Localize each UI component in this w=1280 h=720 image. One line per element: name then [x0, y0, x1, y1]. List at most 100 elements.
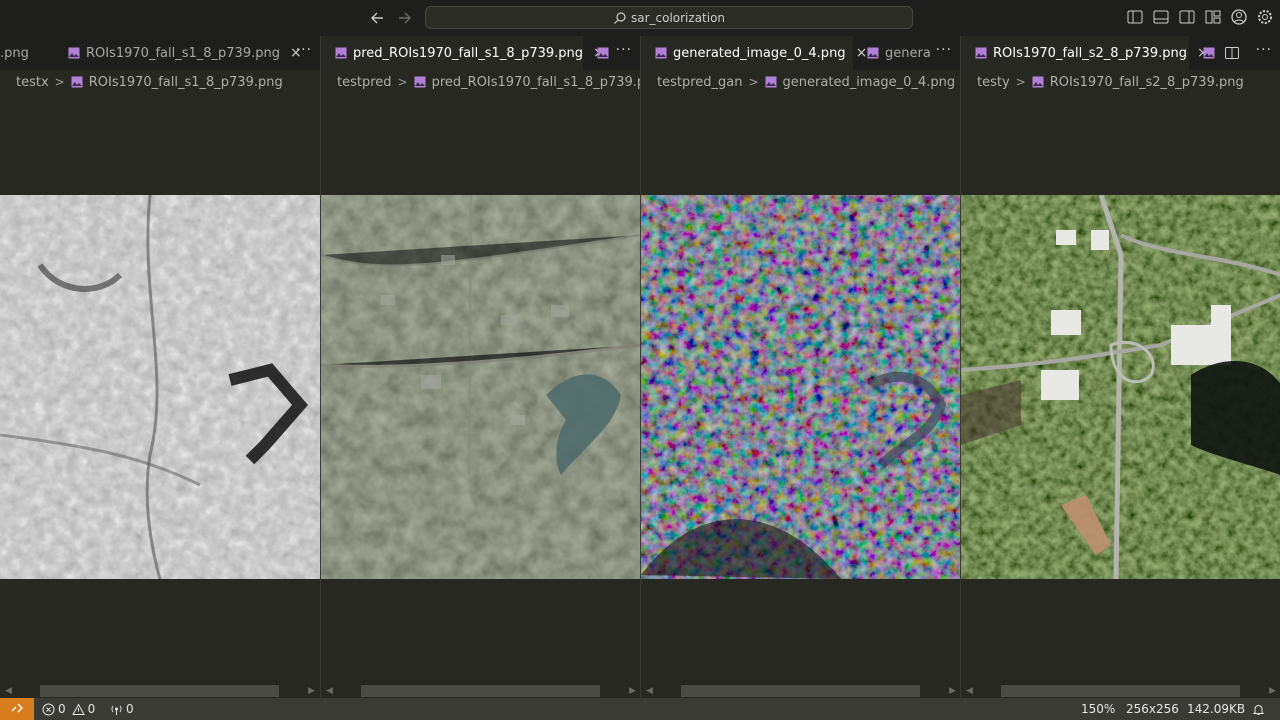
tab-previous-png[interactable]: .png — [0, 36, 29, 70]
search-text: sar_colorization — [630, 10, 726, 25]
toggle-panel-icon[interactable] — [1152, 8, 1170, 26]
image-preview[interactable] — [641, 195, 960, 579]
horizontal-scrollbar[interactable]: ◀ ▶ — [641, 684, 960, 698]
more-actions-icon[interactable]: ··· — [936, 42, 952, 58]
forward-arrow-icon[interactable] — [394, 8, 414, 28]
scrollbar-thumb[interactable] — [40, 685, 279, 697]
tab-overflow[interactable] — [583, 36, 615, 70]
toggle-primary-sidebar-icon[interactable] — [1126, 8, 1144, 26]
tab-generated-image[interactable]: generated_image_0_4.png × — [641, 36, 867, 70]
breadcrumb: testx > ROIs1970_fall_s1_8_p739.png — [16, 73, 283, 91]
notifications-indicator[interactable] — [1252, 698, 1265, 720]
editor-group-4: ROIs1970_fall_s2_8_p739.png × ··· testy … — [960, 36, 1280, 698]
remote-icon — [11, 703, 23, 713]
more-actions-icon[interactable]: ··· — [616, 42, 632, 58]
tab-bar: .png ROIs1970_fall_s1_8_p739.png × ··· — [0, 36, 320, 70]
tab-rois1970-fall-s2[interactable]: ROIs1970_fall_s2_8_p739.png × — [961, 36, 1209, 70]
breadcrumb-folder[interactable]: testx — [16, 75, 49, 90]
chevron-right-icon: > — [748, 75, 759, 89]
zoom-level[interactable]: 150% — [1081, 698, 1115, 720]
tab-label: pred_ROIs1970_fall_s1_8_p739.png — [353, 45, 584, 61]
broadcast-icon — [111, 705, 122, 715]
customize-layout-icon[interactable] — [1204, 8, 1222, 26]
breadcrumb-file[interactable]: ROIs1970_fall_s2_8_p739.png — [1050, 75, 1244, 90]
bell-icon — [1252, 704, 1265, 715]
image-file-icon — [867, 47, 879, 59]
tab-bar: pred_ROIs1970_fall_s1_8_p739.png × ··· — [321, 36, 640, 70]
optical-ground-truth-image — [961, 195, 1280, 579]
image-preview[interactable] — [321, 195, 640, 579]
editor-group-2: pred_ROIs1970_fall_s1_8_p739.png × ··· t… — [320, 36, 640, 698]
horizontal-scrollbar[interactable]: ◀ ▶ — [321, 684, 640, 698]
image-file-icon — [71, 76, 83, 88]
scroll-right-arrow-icon[interactable]: ▶ — [308, 686, 315, 696]
scroll-right-arrow-icon[interactable]: ▶ — [949, 686, 956, 696]
horizontal-scrollbar[interactable]: ◀ ▶ — [0, 684, 320, 698]
tab-rois1970-fall-s1[interactable]: ROIs1970_fall_s1_8_p739.png × — [54, 36, 302, 70]
tab-label: genera — [885, 45, 931, 61]
remote-indicator[interactable] — [0, 698, 34, 720]
breadcrumb: testpred > pred_ROIs1970_fall_s1_8_p739.… — [337, 73, 640, 91]
command-center-search[interactable]: sar_colorization — [425, 6, 913, 29]
scrollbar-thumb[interactable] — [361, 685, 600, 697]
scroll-left-arrow-icon[interactable]: ◀ — [966, 686, 973, 696]
error-count: 0 — [58, 702, 66, 716]
image-file-icon — [414, 76, 426, 88]
more-actions-icon[interactable]: ··· — [1256, 42, 1272, 58]
tab-overflow[interactable] — [1189, 36, 1221, 70]
scroll-right-arrow-icon[interactable]: ▶ — [629, 686, 636, 696]
chevron-right-icon: > — [397, 75, 408, 89]
image-file-icon — [1032, 76, 1044, 88]
scroll-left-arrow-icon[interactable]: ◀ — [5, 686, 12, 696]
settings-gear-icon[interactable] — [1256, 8, 1274, 26]
predicted-color-image — [321, 195, 640, 579]
scroll-left-arrow-icon[interactable]: ◀ — [326, 686, 333, 696]
image-filesize: 142.09KB — [1187, 698, 1245, 720]
image-file-icon — [68, 47, 80, 59]
search-icon — [614, 11, 626, 24]
toggle-secondary-sidebar-icon[interactable] — [1178, 8, 1196, 26]
image-preview[interactable] — [961, 195, 1280, 579]
breadcrumb: testy > ROIs1970_fall_s2_8_p739.png — [977, 73, 1244, 91]
image-preview[interactable] — [0, 195, 320, 579]
scroll-right-arrow-icon[interactable]: ▶ — [1269, 686, 1276, 696]
image-file-icon — [335, 47, 347, 59]
tab-label: generated_image_0_4.png — [673, 45, 846, 61]
tab-label: ROIs1970_fall_s2_8_p739.png — [993, 45, 1187, 61]
breadcrumb-file[interactable]: generated_image_0_4.png — [783, 75, 956, 90]
image-file-icon — [765, 76, 777, 88]
breadcrumb-file[interactable]: pred_ROIs1970_fall_s1_8_p739.png — [432, 75, 640, 90]
ports-count: 0 — [126, 702, 134, 716]
more-actions-icon[interactable]: ··· — [296, 42, 312, 58]
editor-group-3: generated_image_0_4.png × genera ··· tes… — [640, 36, 960, 698]
scroll-left-arrow-icon[interactable]: ◀ — [646, 686, 653, 696]
breadcrumb: testpred_gan > generated_image_0_4.png — [657, 73, 955, 91]
tab-genera[interactable]: genera — [853, 36, 931, 70]
breadcrumb-folder[interactable]: testpred — [337, 75, 392, 90]
warning-icon — [71, 702, 85, 715]
tab-label: ROIs1970_fall_s1_8_p739.png — [86, 45, 280, 61]
back-arrow-icon[interactable] — [368, 8, 388, 28]
warning-count: 0 — [87, 702, 96, 716]
ports-indicator[interactable]: 0 — [110, 698, 134, 720]
horizontal-scrollbar[interactable]: ◀ ▶ — [961, 684, 1280, 698]
breadcrumb-folder[interactable]: testpred_gan — [657, 75, 742, 90]
image-file-icon — [597, 47, 609, 59]
chevron-right-icon: > — [1015, 75, 1026, 89]
layout-controls — [1126, 8, 1274, 28]
scrollbar-thumb[interactable] — [681, 685, 920, 697]
split-editor-icon[interactable] — [1224, 45, 1240, 61]
editor-window: sar_colorization .png ROIs1970_fall_s1_8… — [0, 0, 1280, 720]
breadcrumb-file[interactable]: ROIs1970_fall_s1_8_p739.png — [89, 75, 283, 90]
image-file-icon — [1203, 47, 1215, 59]
account-icon[interactable] — [1230, 8, 1248, 26]
tab-label: .png — [0, 45, 29, 61]
status-bar: 0 0 0 150% 256x256 142.09KB — [0, 698, 1280, 720]
error-icon — [42, 703, 55, 715]
tab-bar: ROIs1970_fall_s2_8_p739.png × ··· — [961, 36, 1280, 70]
breadcrumb-folder[interactable]: testy — [977, 75, 1010, 90]
problems-indicator[interactable]: 0 0 — [42, 698, 95, 720]
tab-bar: generated_image_0_4.png × genera ··· — [641, 36, 960, 70]
tab-pred-rois1970[interactable]: pred_ROIs1970_fall_s1_8_p739.png × — [321, 36, 605, 70]
scrollbar-thumb[interactable] — [1001, 685, 1240, 697]
